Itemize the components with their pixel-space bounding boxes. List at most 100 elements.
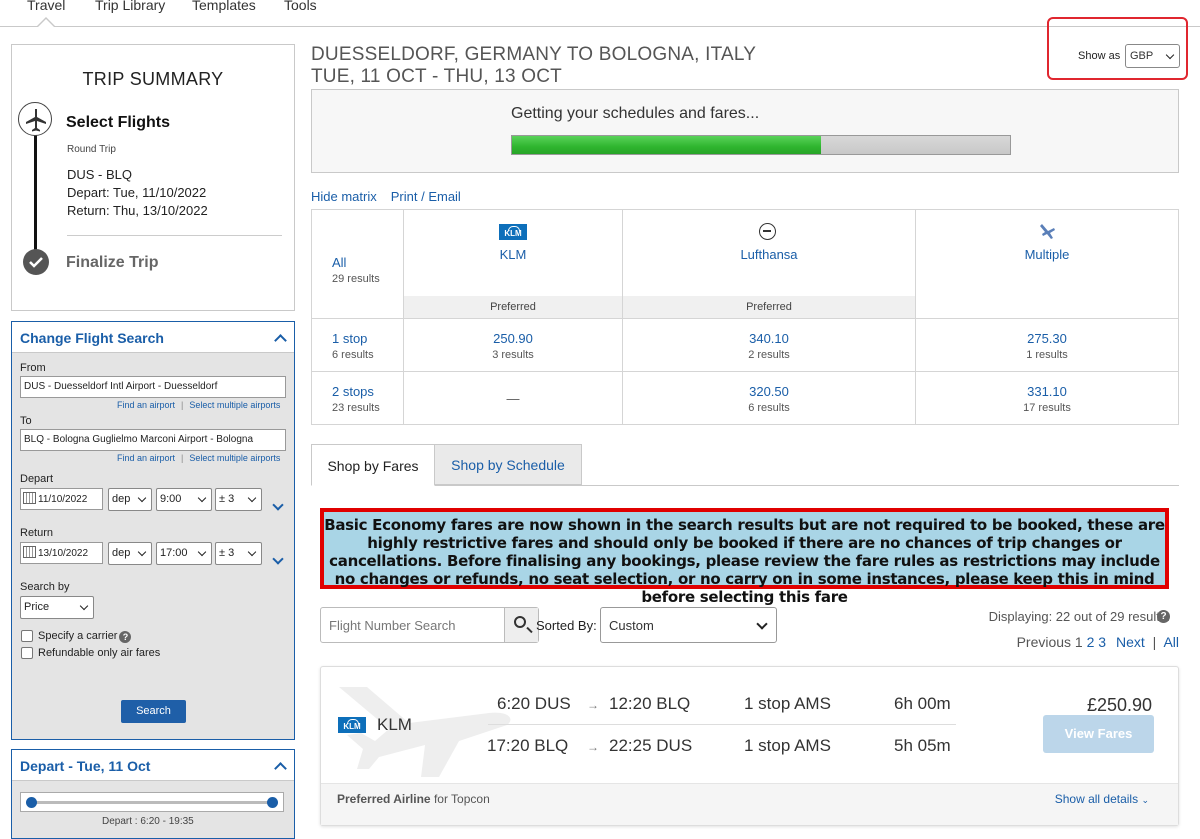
slider-handle-start[interactable] bbox=[26, 797, 37, 808]
matrix-row-1-stop[interactable]: 1 stop 6 results bbox=[332, 331, 374, 363]
help-icon[interactable]: ? bbox=[119, 631, 132, 643]
depart-label: Depart bbox=[20, 473, 54, 485]
previous-link[interactable]: Previous bbox=[1017, 634, 1071, 650]
preferred-tag: Preferred bbox=[623, 296, 915, 318]
refundable-checkbox[interactable] bbox=[21, 647, 33, 659]
depart-time-slider[interactable] bbox=[20, 792, 284, 812]
arrow-right-icon: → bbox=[587, 740, 599, 754]
return-date-input[interactable]: 13/10/2022 bbox=[20, 542, 103, 564]
klm-logo: KLM bbox=[499, 224, 527, 240]
sorted-by-label: Sorted By: bbox=[536, 618, 597, 633]
matrix-cell[interactable]: 340.10 2 results bbox=[623, 331, 915, 363]
next-link[interactable]: Next bbox=[1116, 634, 1145, 650]
nav-tab-templates[interactable]: Templates bbox=[192, 0, 256, 13]
matrix-cell[interactable]: 250.90 3 results bbox=[404, 331, 622, 363]
nav-tab-trip-library[interactable]: Trip Library bbox=[95, 0, 165, 13]
print-email-link[interactable]: Print / Email bbox=[391, 189, 461, 204]
tab-shop-by-schedule[interactable]: Shop by Schedule bbox=[435, 444, 582, 485]
loading-text: Getting your schedules and fares... bbox=[511, 105, 760, 122]
basic-economy-notice: Basic Economy fares are now shown in the… bbox=[320, 508, 1169, 606]
specify-carrier-checkbox[interactable] bbox=[21, 630, 33, 642]
page-2-link[interactable]: 2 bbox=[1087, 634, 1095, 650]
search-by-label: Search by bbox=[20, 581, 70, 593]
refundable-label: Refundable only air fares bbox=[38, 647, 161, 659]
matrix-cell[interactable]: 320.50 6 results bbox=[623, 384, 915, 416]
find-airport-link[interactable]: Find an airport bbox=[117, 400, 175, 410]
return-time-select[interactable]: 17:00 bbox=[156, 542, 212, 565]
result-price: £250.90 bbox=[1087, 695, 1153, 715]
inbound-stops: 1 stop AMS bbox=[744, 736, 831, 755]
matrix-links: Hide matrix Print / Email bbox=[311, 189, 475, 204]
chevron-down-icon[interactable] bbox=[272, 553, 284, 565]
divider bbox=[312, 318, 1178, 319]
return-mode-select[interactable]: dep bbox=[108, 542, 152, 565]
show-all-details-link[interactable]: Show all details ⌄ bbox=[1055, 792, 1149, 806]
page-3-link[interactable]: 3 bbox=[1098, 634, 1106, 650]
help-icon[interactable]: ? bbox=[1157, 610, 1170, 623]
route-line: DUESSELDORF, GERMANY TO BOLOGNA, ITALY bbox=[311, 44, 757, 65]
slider-handle-end[interactable] bbox=[267, 797, 278, 808]
from-label: From bbox=[20, 362, 46, 374]
change-flight-search-header[interactable]: Change Flight Search bbox=[12, 322, 294, 353]
select-multiple-airports-link[interactable]: Select multiple airports bbox=[189, 453, 280, 463]
chevron-down-icon: ⌄ bbox=[1141, 795, 1149, 805]
depart-mode-select[interactable]: dep bbox=[108, 488, 152, 511]
matrix-airline-klm[interactable]: KLM bbox=[404, 247, 622, 263]
flight-number-search-placeholder: Flight Number Search bbox=[329, 618, 456, 633]
depart-time-select[interactable]: 9:00 bbox=[156, 488, 212, 511]
select-multiple-airports-link[interactable]: Select multiple airports bbox=[189, 400, 280, 410]
page-1-current: 1 bbox=[1074, 634, 1083, 650]
all-pages-link[interactable]: All bbox=[1163, 634, 1179, 650]
matrix-airline-lufthansa[interactable]: Lufthansa bbox=[623, 247, 915, 263]
search-by-select[interactable]: Price bbox=[20, 596, 94, 619]
chevron-down-icon[interactable] bbox=[272, 499, 284, 511]
currency-select[interactable]: GBP bbox=[1125, 44, 1180, 68]
depart-filter-header[interactable]: Depart - Tue, 11 Oct bbox=[12, 750, 294, 781]
depart-date-input[interactable]: 11/10/2022 bbox=[20, 488, 103, 510]
depart-filter-panel: Depart - Tue, 11 Oct Depart : 6:20 - 19:… bbox=[11, 749, 295, 839]
step-finalize-trip: Finalize Trip bbox=[66, 254, 159, 271]
divider bbox=[488, 724, 956, 725]
hide-matrix-link[interactable]: Hide matrix bbox=[311, 189, 377, 204]
loading-panel: Getting your schedules and fares... bbox=[311, 89, 1179, 173]
progress-line bbox=[34, 135, 37, 265]
outbound-departure: 6:20 DUS bbox=[497, 694, 571, 713]
search-button[interactable] bbox=[504, 608, 538, 642]
preferred-airline-note: Preferred Airline for Topcon bbox=[337, 792, 490, 806]
search-button[interactable]: Search bbox=[121, 700, 186, 723]
matrix-row-2-stops[interactable]: 2 stops 23 results bbox=[332, 384, 380, 416]
depart-window-select[interactable]: ± 3 bbox=[215, 488, 262, 511]
inbound-duration: 5h 05m bbox=[894, 736, 951, 755]
slider-track bbox=[31, 801, 273, 804]
chevron-up-icon[interactable] bbox=[274, 334, 287, 347]
divider bbox=[312, 371, 1178, 372]
results-count: Displaying: 22 out of 29 results. bbox=[988, 609, 1170, 624]
matrix-cell[interactable]: 331.10 17 results bbox=[916, 384, 1178, 416]
matrix-all[interactable]: All 29 results bbox=[332, 255, 380, 287]
matrix-airline-multiple[interactable]: Multiple bbox=[916, 247, 1178, 263]
trip-return: Return: Thu, 13/10/2022 bbox=[67, 203, 208, 218]
trip-route: DUS - BLQ bbox=[67, 167, 133, 182]
trip-summary-title: TRIP SUMMARY bbox=[82, 69, 224, 89]
trip-type: Round Trip bbox=[67, 144, 116, 155]
calendar-icon[interactable] bbox=[23, 492, 36, 504]
chevron-up-icon[interactable] bbox=[274, 762, 287, 775]
view-fares-button[interactable]: View Fares bbox=[1043, 715, 1154, 753]
matrix-cell[interactable]: 275.30 1 results bbox=[916, 331, 1178, 363]
flight-number-search[interactable]: Flight Number Search bbox=[320, 607, 539, 643]
find-airport-link[interactable]: Find an airport bbox=[117, 453, 175, 463]
return-window-select[interactable]: ± 3 bbox=[215, 542, 262, 565]
nav-tab-travel[interactable]: Travel bbox=[27, 0, 65, 27]
calendar-icon[interactable] bbox=[23, 546, 36, 558]
matrix-cell-empty: — bbox=[506, 391, 520, 406]
multiple-airlines-icon bbox=[1040, 224, 1055, 239]
to-input[interactable]: BLQ - Bologna Guglielmo Marconi Airport … bbox=[20, 429, 286, 451]
nav-tab-tools[interactable]: Tools bbox=[284, 0, 317, 13]
to-label: To bbox=[20, 415, 32, 427]
inbound-departure: 17:20 BLQ bbox=[487, 736, 569, 755]
sort-select[interactable]: Custom bbox=[600, 607, 777, 643]
outbound-duration: 6h 00m bbox=[894, 694, 951, 713]
tab-shop-by-fares[interactable]: Shop by Fares bbox=[311, 444, 435, 486]
from-input[interactable]: DUS - Duesseldorf Intl Airport - Duessel… bbox=[20, 376, 286, 398]
change-flight-search-title: Change Flight Search bbox=[20, 330, 164, 346]
